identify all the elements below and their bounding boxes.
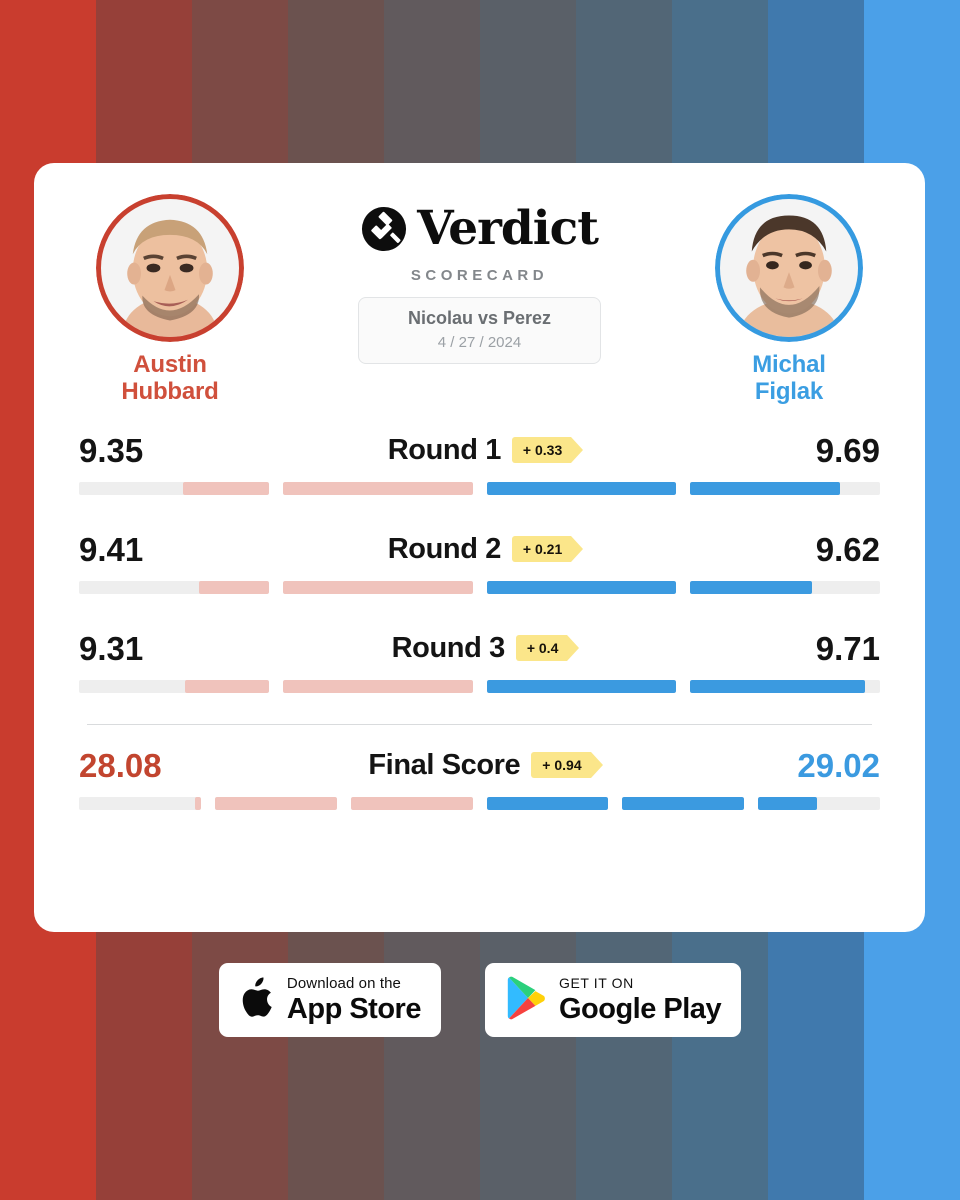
card-header: Austin Hubbard Verdict SCORECARD Nicolau… xyxy=(34,163,925,418)
google-play-small: GET IT ON xyxy=(558,975,634,991)
fighter-right: Michal Figlak xyxy=(684,194,894,405)
google-play-big: Google Play xyxy=(558,993,722,1025)
fighter-right-name: Michal Figlak xyxy=(684,351,894,405)
gavel-circle-icon xyxy=(361,206,407,252)
bar-segment xyxy=(350,797,473,810)
fight-title: Nicolau vs Perez xyxy=(407,308,552,328)
row-bars xyxy=(79,581,880,594)
bars-right xyxy=(486,581,880,594)
apple-logo-icon xyxy=(239,976,275,1025)
row-label: Round 1 xyxy=(387,433,502,466)
row-center: Round 1 + 0.33 xyxy=(387,433,584,467)
row-center: Final Score + 0.94 xyxy=(368,748,604,782)
app-store-small: Download on the xyxy=(286,975,401,992)
bar-segment xyxy=(282,482,473,495)
left-score: 9.41 xyxy=(79,530,144,568)
app-store-big: App Store xyxy=(286,993,422,1025)
row-label: Final Score xyxy=(368,748,521,781)
fighter-right-last: Figlak xyxy=(754,378,824,406)
right-score: 9.71 xyxy=(815,629,880,667)
row-header: 9.35 Round 1 + 0.33 9.69 xyxy=(79,428,880,472)
avatar-ring-right xyxy=(715,194,863,342)
bars-right xyxy=(486,482,880,495)
bar-segment xyxy=(79,680,269,693)
bar-segment xyxy=(486,680,677,693)
margin-badge: + 0.21 xyxy=(511,536,584,562)
margin-badge: + 0.94 xyxy=(531,752,604,778)
bar-segment xyxy=(690,482,880,495)
score-rows: 9.35 Round 1 + 0.33 9.69 9.41 Round 2 + … xyxy=(34,418,925,810)
avatar-left xyxy=(96,194,244,342)
bar-segment xyxy=(690,581,880,594)
fighter-right-first: Michal xyxy=(752,351,826,378)
google-play-text: GET IT ON Google Play xyxy=(558,975,722,1025)
bar-segment xyxy=(758,797,880,810)
row-header: 9.41 Round 2 + 0.21 9.62 xyxy=(79,527,880,571)
avatar-right xyxy=(715,194,863,342)
bars-left xyxy=(79,797,473,810)
bar-segment xyxy=(79,581,269,594)
score-row-final: 28.08 Final Score + 0.94 29.02 xyxy=(79,725,880,810)
bar-segment xyxy=(79,482,269,495)
fighter-left-last: Hubbard xyxy=(121,378,219,406)
bar-segment xyxy=(486,797,609,810)
right-score: 29.02 xyxy=(797,746,880,784)
score-row-round-1: 9.35 Round 1 + 0.33 9.69 xyxy=(79,418,880,495)
brand-name: Verdict xyxy=(417,201,599,256)
row-header: 9.31 Round 3 + 0.4 9.71 xyxy=(79,626,880,670)
bar-segment xyxy=(690,680,880,693)
left-score: 9.35 xyxy=(79,431,144,469)
bar-segment xyxy=(622,797,745,810)
row-label: Round 2 xyxy=(387,532,502,565)
avatar-ring-left xyxy=(96,194,244,342)
score-row-round-3: 9.31 Round 3 + 0.4 9.71 xyxy=(79,594,880,693)
bar-segment xyxy=(486,482,677,495)
bar-segment xyxy=(282,581,473,594)
bar-segment xyxy=(282,680,473,693)
store-badges: Download on the App Store GET IT ON Goog… xyxy=(0,963,960,1037)
scorecard-card: Austin Hubbard Verdict SCORECARD Nicolau… xyxy=(34,163,925,932)
right-score: 9.69 xyxy=(815,431,880,469)
bar-segment xyxy=(79,797,201,810)
row-bars xyxy=(79,797,880,810)
row-bars xyxy=(79,680,880,693)
row-bars xyxy=(79,482,880,495)
margin-badge: + 0.4 xyxy=(515,635,579,661)
left-score: 9.31 xyxy=(79,629,144,667)
row-label: Round 3 xyxy=(391,631,506,664)
row-center: Round 3 + 0.4 xyxy=(391,631,579,665)
row-header: 28.08 Final Score + 0.94 29.02 xyxy=(79,743,880,787)
score-row-round-2: 9.41 Round 2 + 0.21 9.62 xyxy=(79,495,880,594)
app-store-text: Download on the App Store xyxy=(286,975,422,1025)
fight-date: 4 / 27 / 2024 xyxy=(437,333,522,351)
bars-right xyxy=(486,680,880,693)
google-play-button[interactable]: GET IT ON Google Play xyxy=(484,963,742,1037)
left-score: 28.08 xyxy=(79,746,162,784)
bars-left xyxy=(79,482,473,495)
bars-left xyxy=(79,680,473,693)
bar-segment xyxy=(214,797,337,810)
right-score: 9.62 xyxy=(815,530,880,568)
margin-badge: + 0.33 xyxy=(511,437,584,463)
bar-segment xyxy=(486,581,677,594)
google-play-icon xyxy=(505,975,547,1026)
app-store-button[interactable]: Download on the App Store xyxy=(218,963,441,1037)
bars-right xyxy=(486,797,881,810)
fight-info-box: Nicolau vs Perez 4 / 27 / 2024 xyxy=(358,297,601,364)
row-center: Round 2 + 0.21 xyxy=(387,532,584,566)
bars-left xyxy=(79,581,473,594)
